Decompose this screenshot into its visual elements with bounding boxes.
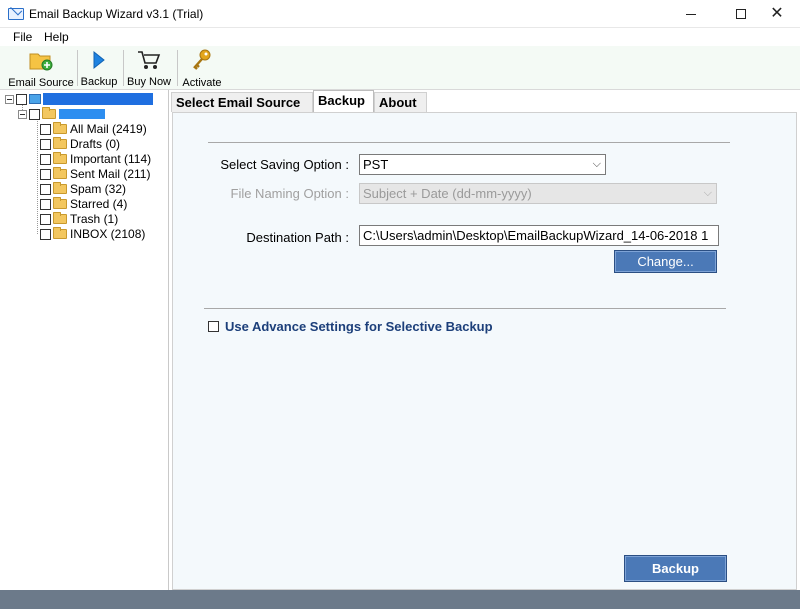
destination-path-label: Destination Path : [246,230,349,245]
minimize-button[interactable] [668,0,714,28]
change-button[interactable]: Change... [614,250,717,273]
folder-checkbox[interactable] [40,183,51,195]
folder-checkbox[interactable] [40,138,51,150]
divider [204,308,726,309]
folder-icon [53,197,67,209]
close-icon: ✕ [770,5,784,22]
naming-option-select[interactable]: Subject + Date (dd-mm-yyyy) ⌵ [359,183,717,204]
menu-help[interactable]: Help [44,30,69,44]
tree-node-account[interactable] [18,107,105,121]
buy-now-button[interactable]: Buy Now [126,48,172,88]
tab-select-email-source[interactable]: Select Email Source [171,92,313,112]
saving-option-label: Select Saving Option : [220,157,349,172]
folder-icon [53,182,67,194]
redacted-label [59,109,105,119]
tree-item-all-mail[interactable]: All Mail (2419) [40,122,147,136]
computer-checkbox[interactable] [16,93,27,105]
naming-option-label: File Naming Option : [230,186,350,201]
drafts-folder-icon [53,137,67,149]
backup-button[interactable]: Backup [624,555,727,582]
folder-tree: All Mail (2419) Drafts (0) Important (11… [0,90,169,590]
folder-add-icon [28,48,54,72]
status-bar [0,590,800,609]
cart-icon [137,48,161,71]
mail-icon [8,8,24,20]
divider [208,142,730,143]
menu-bar: File Help [0,28,800,46]
folder-label: INBOX (2108) [70,227,146,241]
account-checkbox[interactable] [29,108,40,120]
saving-option-select[interactable]: PST ⌵ [359,154,606,175]
tree-item-important[interactable]: Important (114) [40,152,151,166]
key-icon [191,48,213,72]
collapse-icon[interactable] [5,94,14,104]
toolbar-separator [77,50,78,86]
folder-checkbox[interactable] [40,153,51,165]
buy-now-label: Buy Now [126,76,172,88]
tree-item-starred[interactable]: Starred (4) [40,197,127,211]
activate-button[interactable]: Activate [180,48,224,89]
advance-settings-label: Use Advance Settings for Selective Backu… [225,319,493,334]
folder-checkbox[interactable] [40,198,51,210]
maximize-icon [736,9,746,19]
saving-option-value: PST [363,157,389,172]
tree-item-spam[interactable]: Spam (32) [40,182,126,196]
account-folder-icon [42,107,56,119]
tab-backup[interactable]: Backup [313,90,374,112]
folder-checkbox[interactable] [40,123,51,135]
email-source-button[interactable]: Email Source [8,48,74,89]
tree-item-inbox[interactable]: INBOX (2108) [40,227,145,241]
trash-folder-icon [53,212,67,224]
computer-icon [29,94,41,104]
chevron-down-icon: ⌵ [592,158,601,170]
title-bar: Email Backup Wizard v3.1 (Trial) ✕ [0,0,800,28]
redacted-label [43,93,153,105]
folder-label: Sent Mail (211) [70,167,151,181]
folder-checkbox[interactable] [40,228,51,240]
inbox-folder-icon [53,227,67,239]
chevron-down-icon: ⌵ [703,187,712,199]
tree-item-drafts[interactable]: Drafts (0) [40,137,120,151]
folder-label: Spam (32) [70,182,127,196]
advance-settings-checkbox[interactable] [208,321,219,332]
folder-label: Drafts (0) [70,137,121,151]
play-icon [92,48,106,71]
backup-panel: Select Saving Option : PST ⌵ File Naming… [172,112,797,590]
tree-line [37,118,38,234]
folder-label: All Mail (2419) [70,122,147,136]
toolbar-separator [123,50,124,86]
tab-about[interactable]: About [374,92,427,112]
toolbar: Email Source Backup Buy Now Activate [0,46,800,90]
destination-path-input[interactable]: C:\Users\admin\Desktop\EmailBackupWizard… [359,225,719,246]
email-source-label: Email Source [8,77,74,89]
naming-option-value: Subject + Date (dd-mm-yyyy) [363,186,532,201]
folder-label: Starred (4) [70,197,128,211]
folder-label: Important (114) [70,152,152,166]
activate-label: Activate [182,77,222,89]
tree-item-trash[interactable]: Trash (1) [40,212,118,226]
minimize-icon [686,13,696,15]
folder-checkbox[interactable] [40,168,51,180]
tree-item-sent-mail[interactable]: Sent Mail (211) [40,167,150,181]
collapse-icon[interactable] [18,109,27,119]
sent-folder-icon [53,167,67,179]
menu-file[interactable]: File [13,30,32,44]
close-button[interactable]: ✕ [754,0,800,28]
folder-icon [53,122,67,134]
folder-label: Trash (1) [70,212,119,226]
window-title: Email Backup Wizard v3.1 (Trial) [29,7,204,21]
folder-checkbox[interactable] [40,213,51,225]
advance-settings-option[interactable]: Use Advance Settings for Selective Backu… [208,319,493,334]
backup-toolbar-label: Backup [80,76,118,88]
toolbar-separator [177,50,178,86]
folder-icon [53,152,67,164]
tree-node-computer[interactable] [5,92,153,106]
backup-toolbar-button[interactable]: Backup [80,48,118,88]
